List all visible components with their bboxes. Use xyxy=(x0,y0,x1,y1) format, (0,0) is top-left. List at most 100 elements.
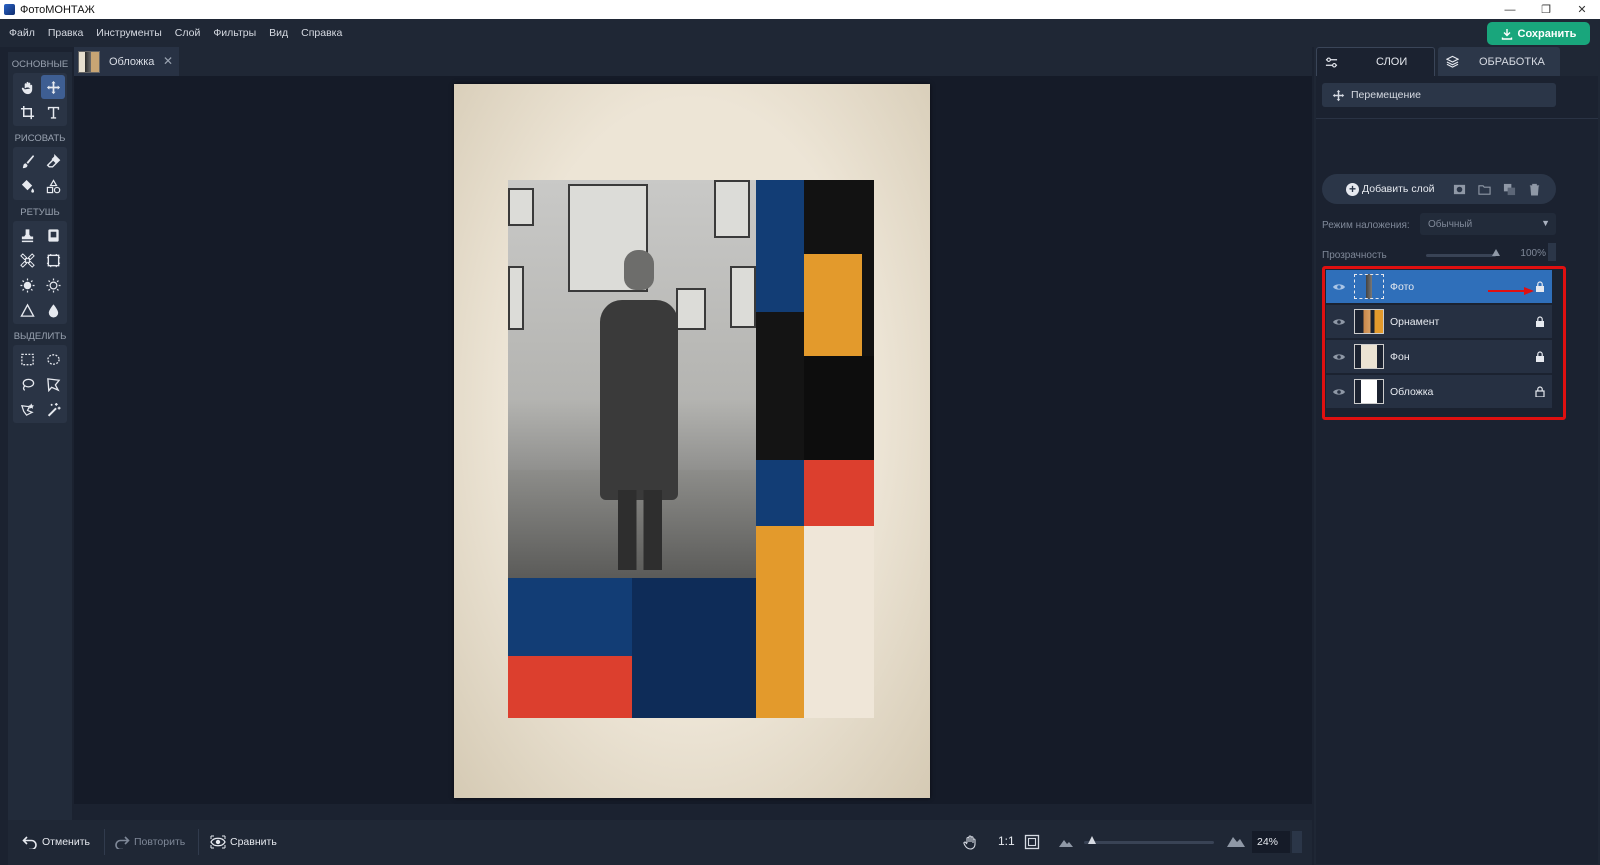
zoom-slider-thumb[interactable] xyxy=(1087,836,1096,844)
polygon-lasso-tool[interactable] xyxy=(41,372,65,396)
crop-tool[interactable] xyxy=(15,100,39,124)
move-tool[interactable] xyxy=(41,75,65,99)
actual-size-button[interactable]: 1:1 xyxy=(998,834,1015,848)
close-window-button[interactable]: ✕ xyxy=(1564,0,1600,19)
healing-tool[interactable] xyxy=(15,248,39,272)
document-thumbnail xyxy=(78,50,100,73)
patch-tool[interactable] xyxy=(41,223,65,247)
opacity-value[interactable]: 100% xyxy=(1512,248,1546,259)
undo-button[interactable]: Отменить xyxy=(22,832,90,852)
tab-processing[interactable]: ОБРАБОТКА xyxy=(1438,47,1560,76)
zoom-slider[interactable] xyxy=(1084,836,1214,844)
tab-layers[interactable]: СЛОИ xyxy=(1316,47,1435,76)
folder-icon[interactable] xyxy=(1477,183,1491,196)
minimize-button[interactable]: — xyxy=(1492,0,1528,19)
app-window: ФотоМОНТАЖ — ❐ ✕ Файл Правка Инструменты… xyxy=(0,0,1600,865)
opacity-slider[interactable] xyxy=(1426,249,1500,257)
fill-tool[interactable] xyxy=(15,174,39,198)
layer-thumbnail xyxy=(1354,344,1384,369)
block-black-mid-right xyxy=(804,356,874,460)
sliders-icon xyxy=(1325,56,1338,68)
canvas-area[interactable] xyxy=(74,76,1312,804)
shapes-icon xyxy=(46,178,60,193)
opacity-slider-thumb[interactable] xyxy=(1492,249,1500,256)
eraser-tool[interactable] xyxy=(41,149,65,173)
lasso-icon xyxy=(22,378,34,391)
magic-wand-icon xyxy=(47,402,61,417)
burn-tool[interactable] xyxy=(41,273,65,297)
menu-layer[interactable]: Слой xyxy=(175,27,201,39)
burn-icon xyxy=(45,277,61,293)
layer-name: Фон xyxy=(1390,350,1410,363)
close-tab-icon[interactable]: ✕ xyxy=(163,54,173,68)
menu-file[interactable]: Файл xyxy=(9,27,35,39)
shapes-tool[interactable] xyxy=(41,174,65,198)
dodge-tool[interactable] xyxy=(15,273,39,297)
lock-icon[interactable] xyxy=(1535,316,1545,327)
move-mode-label: Перемещение xyxy=(1351,89,1421,101)
save-button-label: Сохранить xyxy=(1517,27,1577,40)
layer-row-ornament[interactable]: Орнамент xyxy=(1326,305,1552,338)
menu-help[interactable]: Справка xyxy=(301,27,342,39)
eye-icon[interactable] xyxy=(1332,282,1346,292)
zoom-out-mountain-icon[interactable] xyxy=(1058,836,1074,848)
brush-tool[interactable] xyxy=(15,149,39,173)
mask-icon[interactable] xyxy=(1453,183,1466,196)
restore-button[interactable]: ❐ xyxy=(1528,0,1564,19)
photo-person-head xyxy=(624,250,654,290)
menu-bar: Файл Правка Инструменты Слой Фильтры Вид… xyxy=(0,19,1600,47)
tab-processing-label: ОБРАБОТКА xyxy=(1479,55,1545,68)
zoom-spinner[interactable] xyxy=(1292,831,1302,853)
fill-icon xyxy=(21,179,34,193)
poster-image[interactable] xyxy=(454,84,930,798)
menu-edit[interactable]: Правка xyxy=(48,27,83,39)
save-button[interactable]: Сохранить xyxy=(1487,22,1590,45)
fit-screen-icon[interactable] xyxy=(1024,834,1040,850)
layer-row-background[interactable]: Фон xyxy=(1326,340,1552,373)
magic-lasso-icon xyxy=(20,402,34,416)
lasso-tool[interactable] xyxy=(15,372,39,396)
layer-row-cover[interactable]: Обложка xyxy=(1326,375,1552,408)
healing-icon xyxy=(19,252,35,268)
ellipse-select-tool[interactable] xyxy=(41,347,65,371)
magic-wand-tool[interactable] xyxy=(41,397,65,421)
unlock-icon[interactable] xyxy=(1535,386,1545,397)
rect-select-tool[interactable] xyxy=(15,347,39,371)
blend-mode-value: Обычный xyxy=(1428,218,1473,230)
block-red-mid xyxy=(804,460,874,526)
text-tool[interactable] xyxy=(41,100,65,124)
redo-label: Повторить xyxy=(134,836,186,848)
hand-pan-icon[interactable] xyxy=(962,834,978,850)
compare-button[interactable]: Сравнить xyxy=(210,832,277,852)
crop-icon xyxy=(20,105,34,119)
lock-icon[interactable] xyxy=(1535,281,1545,292)
redo-button[interactable]: Повторить xyxy=(114,832,185,852)
hand-tool[interactable] xyxy=(15,75,39,99)
trash-icon[interactable] xyxy=(1528,183,1541,196)
duplicate-icon[interactable] xyxy=(1503,183,1516,196)
layer-actions xyxy=(1453,183,1541,196)
zoom-value-field[interactable]: 24% xyxy=(1252,831,1290,853)
add-layer-button[interactable]: + Добавить слой xyxy=(1346,182,1435,196)
magic-lasso-tool[interactable] xyxy=(15,397,39,421)
menu-view[interactable]: Вид xyxy=(269,27,288,39)
move-mode-button[interactable]: Перемещение xyxy=(1322,83,1556,107)
menu-tools[interactable]: Инструменты xyxy=(96,27,161,39)
eye-icon[interactable] xyxy=(1332,387,1346,397)
ellipse-select-icon xyxy=(46,353,60,365)
eye-icon[interactable] xyxy=(1332,352,1346,362)
wall-picture xyxy=(508,188,534,226)
menu-filters[interactable]: Фильтры xyxy=(213,27,256,39)
zoom-in-mountain-icon[interactable] xyxy=(1226,833,1246,848)
frame-tool[interactable] xyxy=(41,248,65,272)
document-tab[interactable]: Обложка ✕ xyxy=(74,47,179,76)
stamp-tool[interactable] xyxy=(15,223,39,247)
sharpen-tool[interactable] xyxy=(15,298,39,322)
polygon-lasso-icon xyxy=(46,377,60,392)
opacity-spinner[interactable] xyxy=(1548,243,1556,261)
lock-icon[interactable] xyxy=(1535,351,1545,362)
blur-tool[interactable] xyxy=(41,298,65,322)
red-arrow-icon xyxy=(1488,287,1534,295)
blend-mode-select[interactable]: Обычный ▼ xyxy=(1420,213,1556,235)
eye-icon[interactable] xyxy=(1332,317,1346,327)
